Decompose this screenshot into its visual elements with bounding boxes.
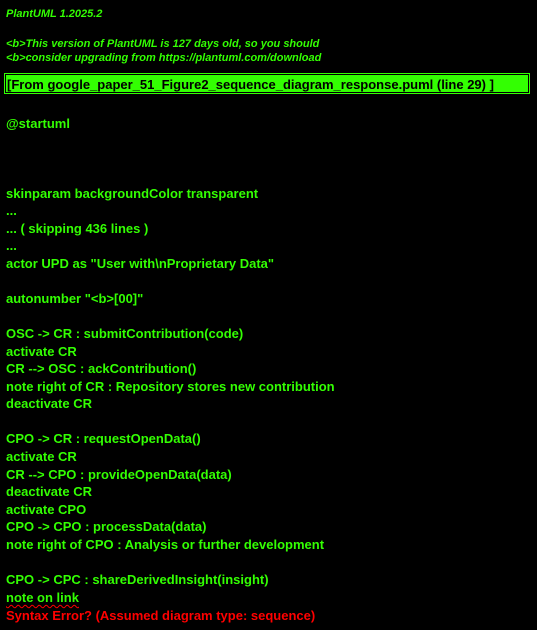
source-line-note-on-link-error: note on link: [6, 590, 79, 606]
error-highlighted-code: note on link: [6, 590, 79, 605]
source-line-deactivate-cr-2: deactivate CR: [6, 484, 92, 499]
source-line-autonumber: autonumber "<b>[00]": [6, 291, 144, 306]
source-line-note-cr: note right of CR : Repository stores new…: [6, 379, 335, 394]
source-line-activate-cpo: activate CPO: [6, 502, 87, 517]
source-line-ellipsis-2: ...: [6, 238, 17, 253]
source-line-actor: actor UPD as "User with\nProprietary Dat…: [6, 256, 275, 271]
plantuml-version: PlantUML 1.2025.2: [6, 8, 103, 20]
source-line-submit-contribution: OSC -> CR : submitContribution(code): [6, 326, 244, 341]
source-file-banner: [From google_paper_51_Figure2_sequence_d…: [4, 73, 530, 94]
source-line-ellipsis-1: ...: [6, 203, 17, 218]
source-line-activate-cr-2: activate CR: [6, 449, 77, 464]
source-line-skinparam: skinparam backgroundColor transparent: [6, 186, 259, 201]
version-warning-line-1: <b>This version of PlantUML is 127 days …: [6, 38, 320, 50]
source-line-note-cpo: note right of CPO : Analysis or further …: [6, 537, 325, 552]
source-line-share-derived-insight: CPO -> CPC : shareDerivedInsight(insight…: [6, 572, 269, 587]
source-line-startuml: @startuml: [6, 116, 70, 131]
source-line-activate-cr-1: activate CR: [6, 344, 77, 359]
source-line-ack-contribution: CR --> OSC : ackContribution(): [6, 361, 197, 376]
syntax-error-message: Syntax Error? (Assumed diagram type: seq…: [6, 608, 316, 623]
source-line-provide-open-data: CR --> CPO : provideOpenData(data): [6, 467, 232, 482]
version-warning-line-2: <b>consider upgrading from https://plant…: [6, 52, 322, 64]
source-line-skipping: ... ( skipping 436 lines ): [6, 221, 149, 236]
source-line-deactivate-cr-1: deactivate CR: [6, 396, 92, 411]
source-line-process-data: CPO -> CPO : processData(data): [6, 519, 207, 534]
source-line-request-open-data: CPO -> CR : requestOpenData(): [6, 431, 201, 446]
